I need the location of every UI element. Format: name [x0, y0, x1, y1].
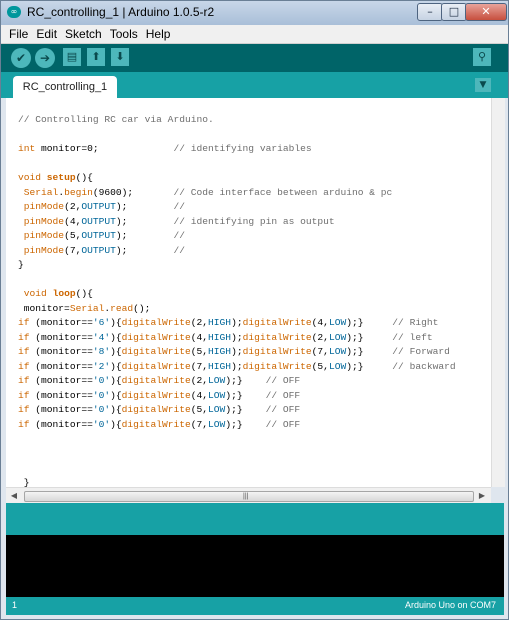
menu-help[interactable]: Help: [142, 26, 175, 41]
menu-sketch[interactable]: Sketch: [61, 26, 106, 41]
scroll-right-icon[interactable]: ▶: [476, 490, 488, 502]
menu-edit[interactable]: Edit: [32, 26, 61, 41]
horizontal-scroll-thumb[interactable]: |||: [24, 491, 474, 502]
serial-monitor-button[interactable]: ⚲: [473, 48, 491, 66]
open-sketch-button[interactable]: ⬆: [87, 48, 105, 66]
code-text[interactable]: // Controlling RC car via Arduino. int m…: [18, 113, 456, 487]
scroll-left-icon[interactable]: ◀: [8, 490, 20, 502]
menu-tools[interactable]: Tools: [106, 26, 142, 41]
vertical-scrollbar[interactable]: [491, 98, 505, 487]
menu-file[interactable]: File: [5, 26, 32, 41]
close-button[interactable]: ✕: [465, 3, 507, 21]
new-sketch-button[interactable]: ▤: [63, 48, 81, 66]
menu-bar: File Edit Sketch Tools Help: [1, 25, 508, 44]
horizontal-scrollbar[interactable]: ◀ ||| ▶: [6, 487, 491, 504]
board-port-label: Arduino Uno on COM7: [404, 600, 496, 610]
minimize-button[interactable]: –: [417, 3, 443, 21]
tab-strip: RC_controlling_1 ▼: [1, 72, 508, 98]
status-area: [6, 503, 504, 535]
upload-button[interactable]: ➔: [35, 48, 55, 68]
window-title: RC_controlling_1 | Arduino 1.0.5-r2: [27, 5, 215, 19]
line-number: 1: [12, 600, 18, 610]
code-editor[interactable]: // Controlling RC car via Arduino. int m…: [6, 98, 491, 487]
tab-menu-dropdown-icon[interactable]: ▼: [475, 78, 491, 92]
scroll-grip-icon: |||: [243, 493, 249, 500]
arduino-logo-icon: ∞: [7, 6, 21, 18]
maximize-button[interactable]: □: [441, 3, 467, 21]
tab-rc-controlling-1[interactable]: RC_controlling_1: [13, 76, 117, 98]
save-sketch-button[interactable]: ⬇: [111, 48, 129, 66]
toolbar: ✔ ➔ ▤ ⬆ ⬇ ⚲: [1, 44, 508, 72]
arduino-ide-window: ∞ RC_controlling_1 | Arduino 1.0.5-r2 – …: [0, 0, 509, 620]
console-output[interactable]: [6, 535, 504, 597]
bottom-status-bar: 1 Arduino Uno on COM7: [6, 597, 504, 615]
verify-button[interactable]: ✔: [11, 48, 31, 68]
title-bar[interactable]: ∞ RC_controlling_1 | Arduino 1.0.5-r2 – …: [1, 1, 508, 25]
